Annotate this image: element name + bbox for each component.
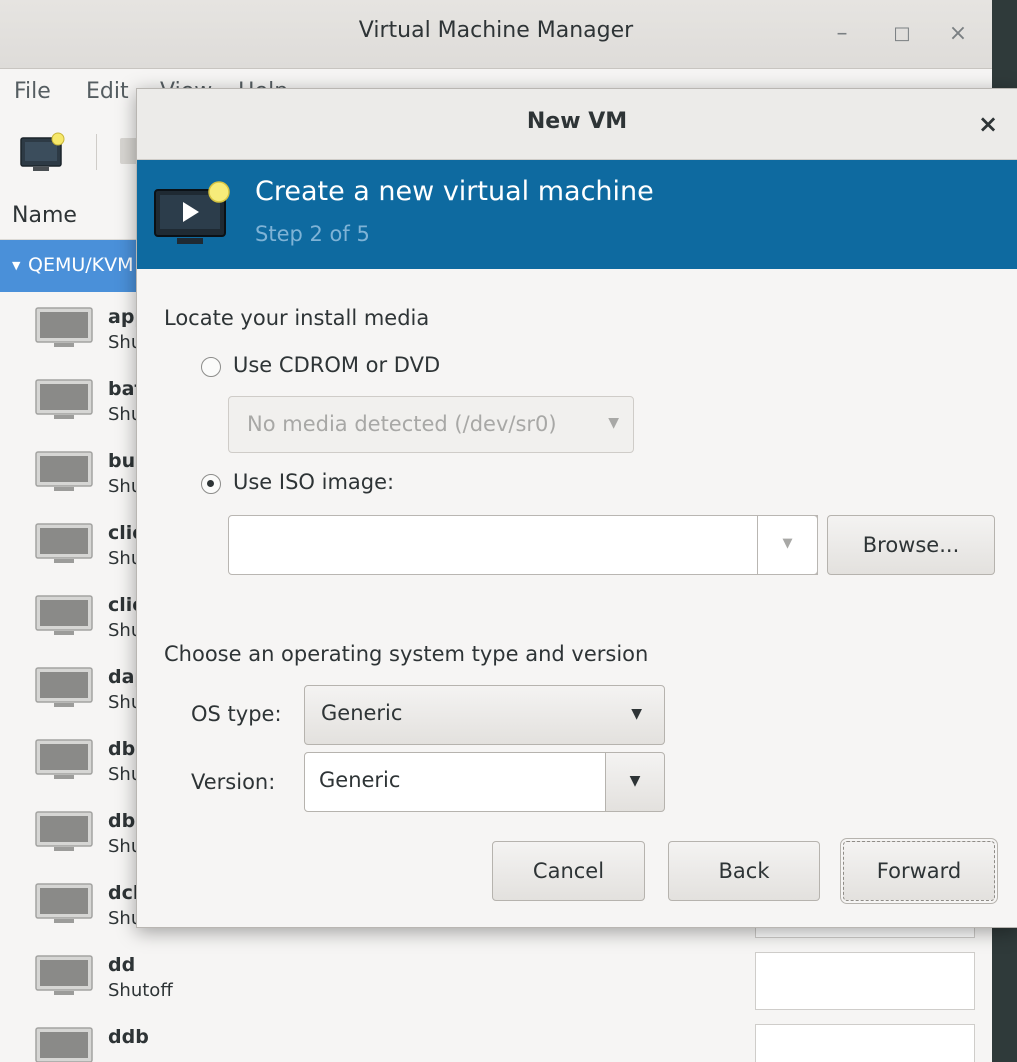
- minimize-button[interactable]: –: [824, 16, 860, 52]
- vm-list-row[interactable]: ddb: [0, 1018, 992, 1062]
- cpu-usage-graph: [755, 1024, 975, 1062]
- os-version-value: Generic: [319, 768, 401, 792]
- maximize-button[interactable]: □: [884, 16, 920, 52]
- iso-radio[interactable]: [201, 474, 221, 494]
- install-media-label: Locate your install media: [164, 306, 430, 330]
- dialog-close-button[interactable]: ×: [971, 107, 1005, 141]
- new-vm-dialog: New VM × Create a new virtual machine St…: [136, 88, 1017, 928]
- os-type-label: OS type:: [191, 702, 282, 726]
- vm-monitor-icon: [35, 739, 93, 779]
- os-type-value: Generic: [321, 701, 403, 725]
- cdrom-device-value: No media detected (/dev/sr0): [247, 412, 557, 436]
- connection-label: QEMU/KVM: [28, 254, 134, 276]
- os-version-input[interactable]: Generic: [304, 752, 606, 812]
- vm-monitor-icon: [35, 379, 93, 419]
- cancel-button[interactable]: Cancel: [492, 841, 645, 901]
- back-button[interactable]: Back: [668, 841, 820, 901]
- chevron-down-icon: ▼: [782, 536, 793, 551]
- menu-file[interactable]: File: [14, 79, 51, 104]
- vm-name: dd: [108, 954, 136, 976]
- close-button[interactable]: ×: [940, 16, 976, 52]
- banner-step-indicator: Step 2 of 5: [255, 222, 370, 246]
- iso-history-dropdown[interactable]: ▼: [757, 515, 818, 575]
- os-type-select[interactable]: Generic ▼: [304, 685, 665, 745]
- vm-monitor-icon: [35, 811, 93, 851]
- cdrom-radio[interactable]: [201, 357, 221, 377]
- dialog-title: New VM: [526, 109, 628, 134]
- cpu-usage-graph: [755, 952, 975, 1010]
- vm-list-row[interactable]: dd Shutoff: [0, 946, 992, 1018]
- wizard-banner: Create a new virtual machine Step 2 of 5: [137, 160, 1017, 269]
- column-name-header[interactable]: Name: [12, 203, 77, 228]
- forward-button[interactable]: Forward: [840, 838, 998, 904]
- cdrom-device-select: No media detected (/dev/sr0) ▼: [228, 396, 634, 453]
- vm-monitor-icon: [35, 1027, 93, 1062]
- vm-monitor-icon: [35, 883, 93, 923]
- vm-name: dcl: [108, 882, 140, 904]
- chevron-down-icon: ▼: [608, 415, 619, 431]
- cdrom-option-label[interactable]: Use CDROM or DVD: [233, 353, 440, 377]
- os-section-label: Choose an operating system type and vers…: [164, 642, 649, 666]
- toolbar-separator: [96, 134, 97, 170]
- vm-monitor-icon: [35, 451, 93, 491]
- version-label: Version:: [191, 770, 276, 794]
- vm-name: ddb: [108, 1026, 149, 1048]
- dialog-titlebar[interactable]: New VM ×: [137, 89, 1017, 160]
- chevron-down-icon: ▼: [629, 773, 641, 789]
- vm-name: db: [108, 738, 136, 760]
- menu-edit[interactable]: Edit: [86, 79, 129, 104]
- banner-heading: Create a new virtual machine: [255, 176, 654, 207]
- expander-down-icon[interactable]: ▼: [12, 259, 20, 272]
- browse-button[interactable]: Browse...: [827, 515, 995, 575]
- vm-monitor-icon: [35, 955, 93, 995]
- vm-monitor-icon: [35, 667, 93, 707]
- iso-option-label[interactable]: Use ISO image:: [233, 470, 394, 494]
- new-vm-banner-icon: [154, 181, 230, 244]
- new-vm-icon: [20, 132, 65, 171]
- chevron-down-icon: ▼: [631, 706, 642, 722]
- main-titlebar[interactable]: Virtual Machine Manager – □ ×: [0, 0, 992, 69]
- new-vm-button[interactable]: [18, 130, 68, 176]
- vm-status: Shutoff: [108, 980, 173, 1001]
- os-version-dropdown[interactable]: ▼: [605, 752, 665, 812]
- iso-path-input[interactable]: [228, 515, 818, 575]
- vm-monitor-icon: [35, 307, 93, 347]
- vm-monitor-icon: [35, 595, 93, 635]
- vm-monitor-icon: [35, 523, 93, 563]
